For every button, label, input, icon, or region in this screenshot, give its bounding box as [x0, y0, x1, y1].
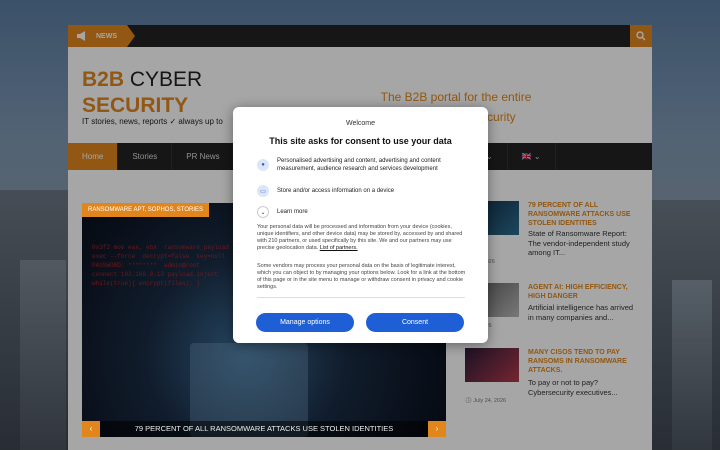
purpose-text: Personalised advertising and content, ad…: [277, 158, 441, 172]
consent-purpose-personalised: ● Personalised advertising and content, …: [257, 157, 467, 173]
learn-more-toggle[interactable]: ⌄ Learn more: [257, 206, 467, 218]
manage-options-button[interactable]: Manage options: [256, 313, 354, 332]
consent-description-text: Your personal data will be processed and…: [257, 224, 463, 251]
chevron-down-icon: ⌄: [257, 206, 269, 218]
learn-more-label: Learn more: [277, 209, 308, 215]
device-icon: ▭: [257, 185, 269, 197]
dialog-divider: [257, 297, 465, 298]
partners-link[interactable]: List of partners.: [320, 245, 358, 251]
slider-prev-button[interactable]: ‹: [82, 421, 100, 437]
person-icon: ●: [257, 159, 269, 171]
purpose-text: Store and/or access information on a dev…: [277, 188, 395, 194]
dialog-title: This site asks for consent to use your d…: [269, 136, 452, 146]
chevron-right-icon: ›: [435, 424, 439, 433]
slider-next-button[interactable]: ›: [428, 421, 446, 437]
consent-button[interactable]: Consent: [366, 313, 464, 332]
consent-description: Your personal data will be processed and…: [257, 224, 467, 252]
dialog-welcome: Welcome: [345, 120, 376, 127]
consent-purpose-storage: ▭ Store and/or access information on a d…: [257, 185, 467, 197]
chevron-left-icon: ‹: [89, 424, 93, 433]
featured-article-title[interactable]: 79 PERCENT OF ALL RANSOMWARE ATTACKS USE…: [82, 421, 446, 437]
consent-dialog: Welcome This site asks for consent to us…: [233, 107, 488, 343]
category-tag[interactable]: RANSOMWARE APT, SOPHOS, STORIES: [82, 203, 210, 217]
consent-legitimate-interest: Some vendors may process your personal d…: [257, 263, 466, 290]
